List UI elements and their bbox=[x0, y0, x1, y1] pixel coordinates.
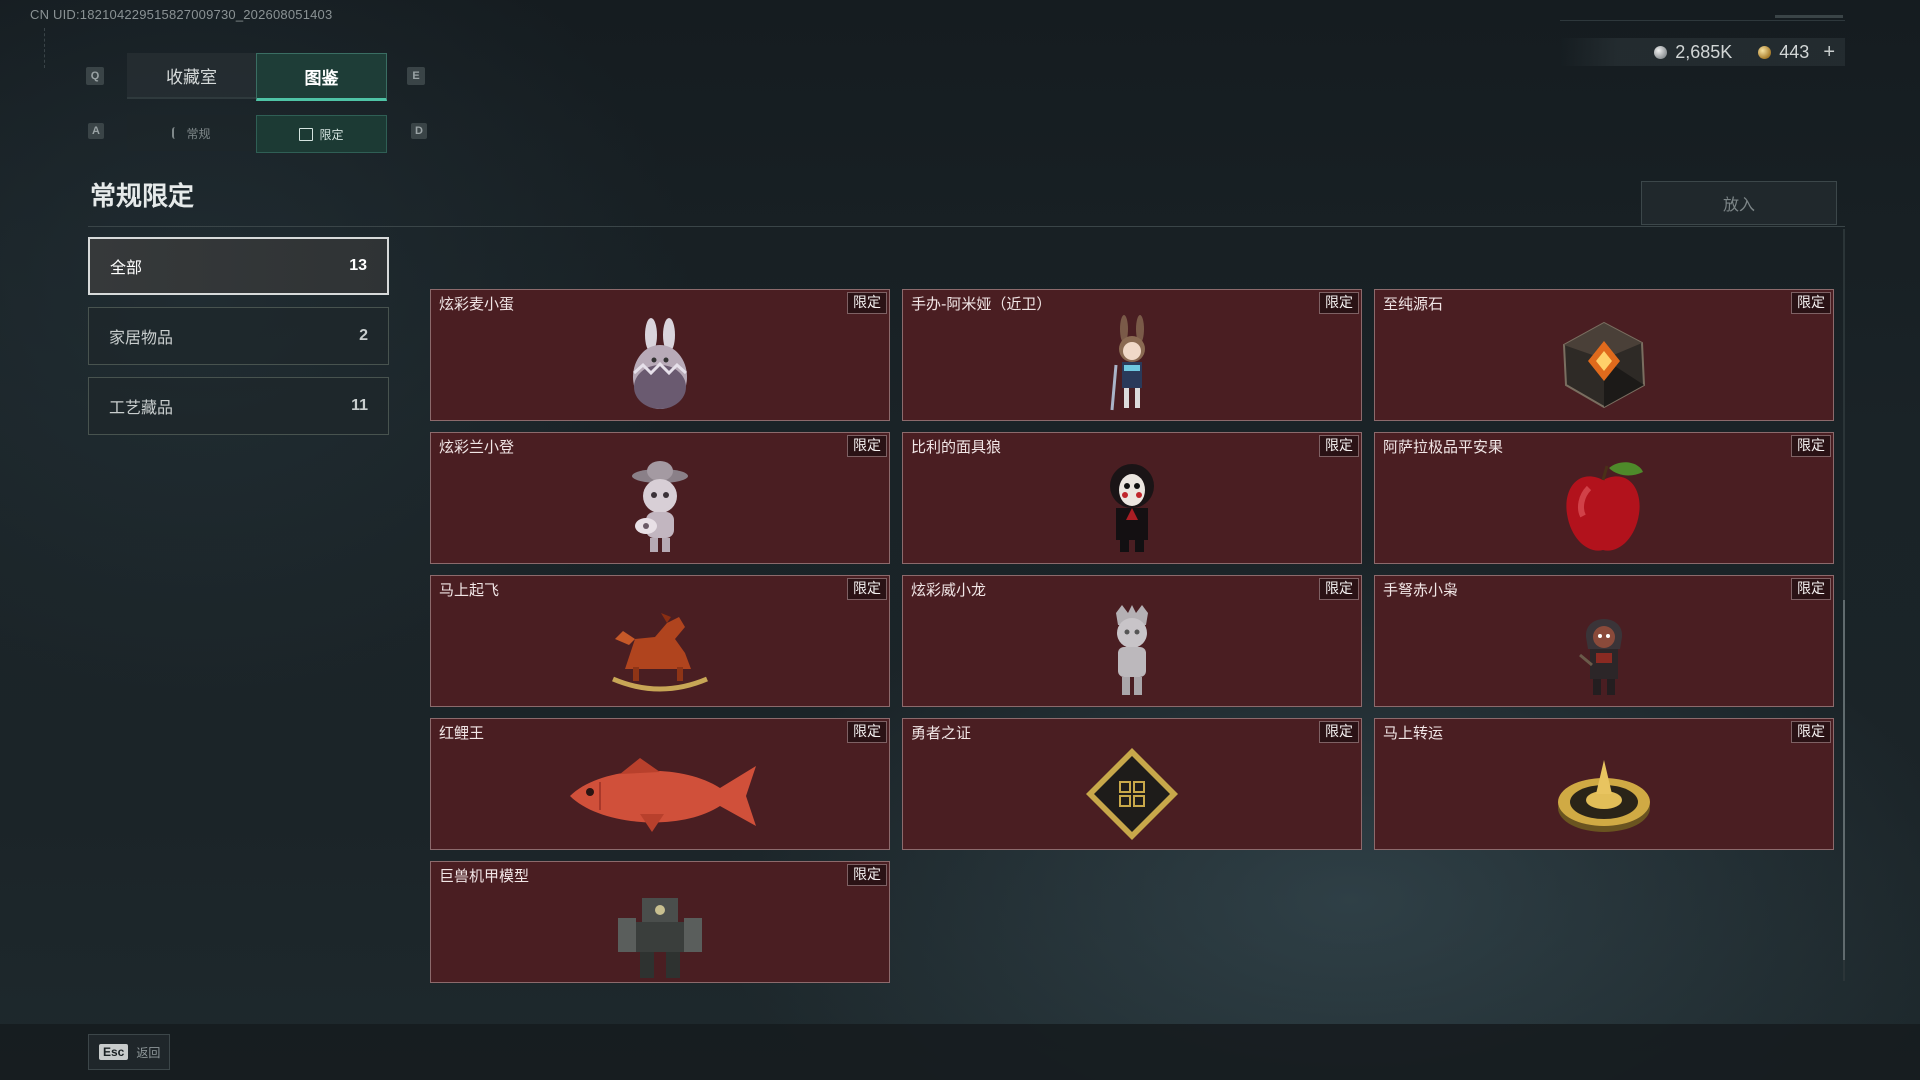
item-card[interactable]: 手弩赤小枭 限定 bbox=[1374, 575, 1834, 707]
golden-wheel-icon bbox=[1558, 760, 1650, 833]
back-button[interactable]: Esc 返回 bbox=[88, 1034, 170, 1070]
item-name: 阿萨拉极品平安果 bbox=[1383, 438, 1504, 456]
item-name: 炫彩麦小蛋 bbox=[439, 295, 515, 313]
key-hint-a: A bbox=[88, 123, 104, 139]
sombrero-doll-icon bbox=[632, 461, 688, 553]
item-card[interactable]: 马上起飞 限定 bbox=[430, 575, 890, 707]
dragon-doll-icon bbox=[1116, 605, 1148, 696]
currency-display: 2,685K 443 + bbox=[1560, 38, 1845, 66]
limited-badge: 限定 bbox=[847, 435, 887, 457]
rocking-horse-icon bbox=[612, 613, 708, 692]
item-name: 红鲤王 bbox=[439, 724, 485, 742]
item-name: 巨兽机甲模型 bbox=[439, 867, 530, 885]
subtab-regular[interactable]: 常规 bbox=[127, 115, 256, 151]
hooded-doll-icon bbox=[1579, 619, 1623, 696]
limited-badge: 限定 bbox=[1319, 721, 1359, 743]
sub-tabs: 常规 限定 bbox=[127, 115, 387, 153]
key-hint-d: D bbox=[411, 123, 427, 139]
gold-coin-icon bbox=[1758, 45, 1772, 59]
category-crafts[interactable]: 工艺藏品 11 bbox=[88, 377, 389, 435]
silver-coin-icon bbox=[1654, 45, 1668, 59]
masked-doll-icon bbox=[1110, 464, 1154, 553]
item-name: 炫彩威小龙 bbox=[911, 581, 987, 599]
decorative-line bbox=[1560, 20, 1845, 21]
subtab-limited[interactable]: 限定 bbox=[256, 115, 387, 153]
esc-key-icon: Esc bbox=[99, 1044, 129, 1060]
item-card[interactable]: 马上转运 限定 bbox=[1374, 718, 1834, 850]
amiya-figure-icon bbox=[1110, 315, 1145, 411]
limited-badge: 限定 bbox=[1319, 292, 1359, 314]
main-tabs: 收藏室 图鉴 bbox=[127, 53, 387, 101]
limited-badge: 限定 bbox=[1791, 435, 1831, 457]
limited-badge: 限定 bbox=[847, 721, 887, 743]
add-currency-button[interactable]: + bbox=[1823, 41, 1835, 64]
category-count: 11 bbox=[351, 397, 368, 414]
item-name: 马上转运 bbox=[1383, 724, 1444, 742]
scrollbar-thumb[interactable] bbox=[1843, 600, 1845, 960]
bunny-egg-icon bbox=[633, 318, 687, 410]
item-card[interactable]: 红鲤王 限定 bbox=[430, 718, 890, 850]
item-card[interactable]: 至纯源石 限定 bbox=[1374, 289, 1834, 421]
mech-model-icon bbox=[618, 898, 702, 979]
category-count: 2 bbox=[359, 327, 368, 344]
category-all[interactable]: 全部 13 bbox=[88, 237, 389, 295]
category-label: 工艺藏品 bbox=[109, 398, 174, 417]
subtab-regular-label: 常规 bbox=[186, 126, 211, 141]
limited-badge: 限定 bbox=[1319, 578, 1359, 600]
limited-badge: 限定 bbox=[1791, 721, 1831, 743]
item-name: 勇者之证 bbox=[911, 724, 972, 742]
key-hint-q: Q bbox=[86, 67, 104, 85]
item-card[interactable]: 勇者之证 限定 bbox=[902, 718, 1362, 850]
subtab-limited-label: 限定 bbox=[319, 127, 344, 142]
item-name: 至纯源石 bbox=[1383, 295, 1444, 313]
gold-amount: 443 bbox=[1779, 41, 1810, 62]
badge-card-icon bbox=[1086, 748, 1178, 841]
item-card[interactable]: 炫彩麦小蛋 限定 bbox=[430, 289, 890, 421]
back-label: 返回 bbox=[136, 1045, 161, 1060]
limited-badge: 限定 bbox=[847, 292, 887, 314]
item-name: 马上起飞 bbox=[439, 581, 500, 599]
limited-badge: 限定 bbox=[1319, 435, 1359, 457]
item-card[interactable]: 巨兽机甲模型 限定 bbox=[430, 861, 890, 983]
apple-icon bbox=[1566, 462, 1643, 552]
item-card[interactable]: 比利的面具狼 限定 bbox=[902, 432, 1362, 564]
tab-codex[interactable]: 图鉴 bbox=[256, 53, 387, 101]
silver-amount: 2,685K bbox=[1675, 41, 1733, 62]
limited-badge: 限定 bbox=[1791, 578, 1831, 600]
picture-icon bbox=[299, 127, 314, 141]
category-label: 全部 bbox=[110, 258, 143, 277]
key-hint-e: E bbox=[407, 67, 425, 85]
bottom-bar bbox=[0, 1024, 1920, 1080]
item-name: 手办-阿米娅（近卫） bbox=[911, 295, 1052, 313]
place-button[interactable]: 放入 bbox=[1641, 181, 1837, 225]
figure-icon bbox=[172, 127, 180, 139]
page-title: 常规限定 bbox=[90, 182, 195, 212]
item-name: 比利的面具狼 bbox=[911, 438, 1002, 456]
originium-icon bbox=[1562, 322, 1646, 409]
item-card[interactable]: 手办-阿米娅（近卫） 限定 bbox=[902, 289, 1362, 421]
divider bbox=[88, 226, 1845, 227]
decorative-line bbox=[44, 28, 49, 68]
limited-badge: 限定 bbox=[847, 578, 887, 600]
limited-badge: 限定 bbox=[847, 864, 887, 886]
category-count: 13 bbox=[349, 257, 367, 274]
limited-badge: 限定 bbox=[1791, 292, 1831, 314]
decorative-line bbox=[1775, 15, 1843, 18]
koi-fish-icon bbox=[570, 758, 756, 833]
tab-collection-room[interactable]: 收藏室 bbox=[127, 53, 256, 99]
category-label: 家居物品 bbox=[109, 328, 174, 347]
uid-label: CN UID:18210422951582700973​0_2026080514… bbox=[30, 7, 333, 22]
item-name: 手弩赤小枭 bbox=[1383, 581, 1459, 599]
item-name: 炫彩兰小登 bbox=[439, 438, 515, 456]
category-home-items[interactable]: 家居物品 2 bbox=[88, 307, 389, 365]
item-card[interactable]: 阿萨拉极品平安果 限定 bbox=[1374, 432, 1834, 564]
item-card[interactable]: 炫彩威小龙 限定 bbox=[902, 575, 1362, 707]
item-card[interactable]: 炫彩兰小登 限定 bbox=[430, 432, 890, 564]
